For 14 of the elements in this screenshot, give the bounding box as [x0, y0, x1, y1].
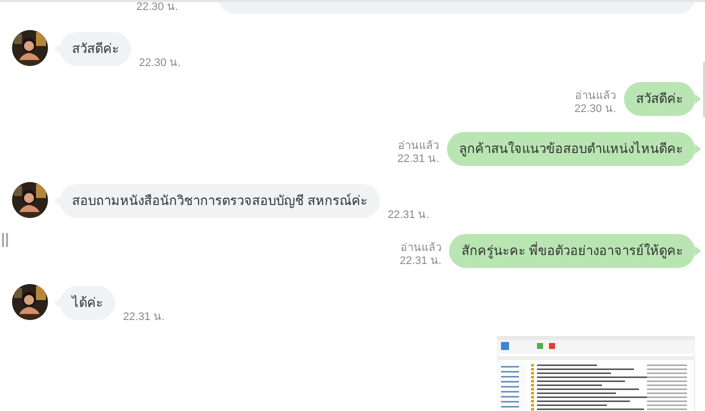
avatar [12, 30, 48, 66]
read-receipt: อ่านแล้ว [575, 90, 616, 103]
message-time: 22.31 น. [123, 311, 165, 324]
message-time: 22.30 น. [139, 57, 181, 70]
message-time: 22.30 น. [574, 103, 616, 116]
message-time: 22.31 น. [400, 255, 442, 268]
avatar [12, 182, 48, 218]
message-time: 22.31 น. [388, 209, 430, 222]
read-receipt: อ่านแล้ว [398, 140, 439, 153]
read-receipt: อ่านแล้ว [400, 242, 442, 255]
avatar [12, 284, 48, 320]
drag-handle-icon[interactable] [2, 233, 8, 247]
message-time: 22.31 น. [397, 153, 439, 166]
message-time: 22.30 น. [136, 1, 178, 14]
